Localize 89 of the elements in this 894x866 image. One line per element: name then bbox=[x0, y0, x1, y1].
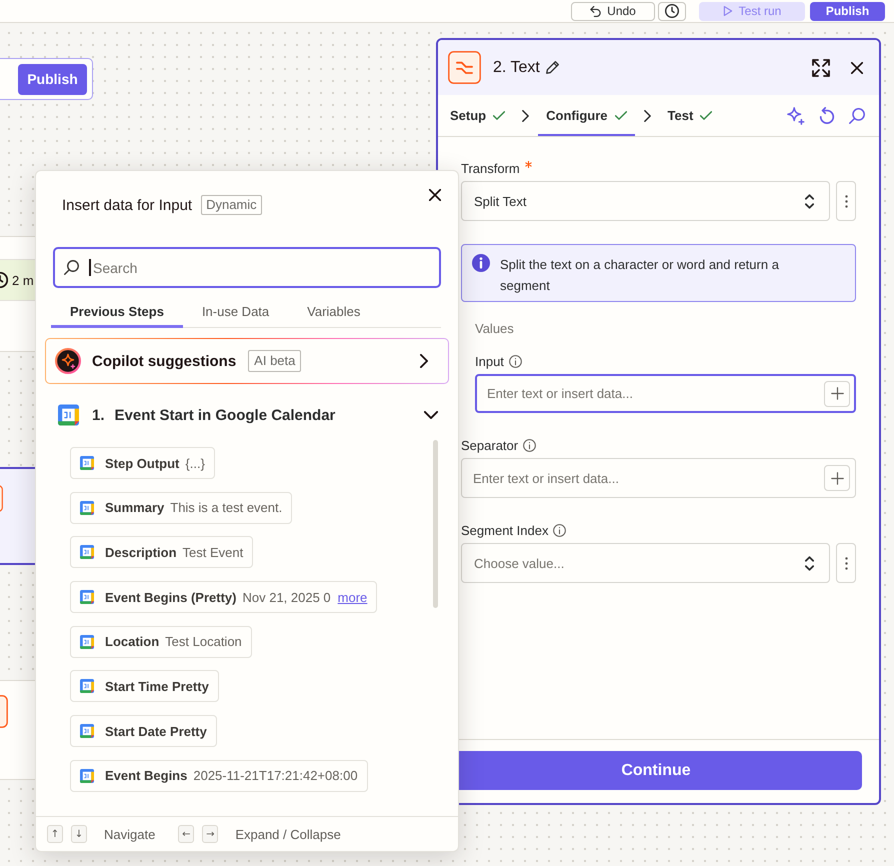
undo-button[interactable]: Undo bbox=[571, 2, 655, 20]
field-label: Transform bbox=[461, 160, 520, 176]
step-tab[interactable]: Configure bbox=[538, 95, 635, 136]
data-field-item[interactable]: Event Begins (Pretty) Nov 21, 2025 0 more bbox=[70, 581, 378, 614]
sample-value: This is a test event. bbox=[170, 500, 282, 516]
panel-title: 2. Text bbox=[493, 58, 540, 76]
step-title: Event Start in Google Calendar bbox=[114, 406, 336, 424]
search-field[interactable]: Search bbox=[53, 247, 441, 288]
clock-icon bbox=[665, 4, 679, 18]
data-tab[interactable]: Variables bbox=[288, 298, 380, 328]
hint-label: Navigate bbox=[104, 826, 156, 842]
select-field[interactable]: Choose value... bbox=[461, 543, 830, 583]
data-tab[interactable]: Previous Steps bbox=[51, 298, 183, 328]
hint-label: Expand / Collapse bbox=[235, 826, 341, 842]
info-icon[interactable] bbox=[523, 438, 536, 452]
data-field-item[interactable]: Start Date Pretty bbox=[70, 715, 217, 748]
search-icon bbox=[64, 260, 79, 275]
data-field-item[interactable]: Start Time Pretty bbox=[70, 670, 219, 702]
sample-value: Test Event bbox=[182, 544, 244, 560]
info-icon[interactable] bbox=[508, 354, 522, 368]
step-tab[interactable]: Setup bbox=[442, 95, 514, 136]
calendar-icon bbox=[58, 404, 79, 426]
key-cap: ↓ bbox=[71, 825, 87, 843]
search-icon[interactable] bbox=[849, 108, 865, 124]
edit-icon[interactable] bbox=[546, 61, 559, 74]
chevron-down-icon[interactable] bbox=[424, 411, 438, 419]
chevron-right-icon bbox=[644, 110, 651, 122]
expand-icon[interactable] bbox=[812, 58, 830, 76]
chevron-right-icon bbox=[522, 110, 530, 122]
sample-value: 2025-11-21T17:21:42+08:00 bbox=[193, 768, 358, 784]
calendar-icon bbox=[80, 545, 94, 560]
history-button[interactable] bbox=[658, 2, 686, 20]
popup-title: Insert data for Input bbox=[62, 196, 192, 214]
sparkle-icon[interactable] bbox=[787, 106, 805, 124]
field-label: Segment Index bbox=[461, 522, 548, 538]
close-icon[interactable] bbox=[429, 189, 441, 201]
data-field-item[interactable]: Summary This is a test event. bbox=[70, 492, 292, 524]
step-tab[interactable]: Test bbox=[660, 95, 720, 136]
select-field[interactable]: Split Text bbox=[461, 181, 830, 221]
calendar-icon bbox=[80, 768, 94, 783]
text-cursor bbox=[89, 259, 90, 276]
step-number: 1. bbox=[92, 406, 105, 424]
undo-icon[interactable] bbox=[819, 107, 835, 124]
insert-data-button[interactable] bbox=[824, 465, 850, 491]
publish-button[interactable]: Publish bbox=[18, 64, 87, 94]
calendar-icon bbox=[80, 724, 94, 738]
mode-tag: Dynamic bbox=[201, 195, 262, 215]
data-field-item[interactable]: Description Test Event bbox=[70, 536, 254, 568]
field-label: Separator bbox=[461, 438, 518, 452]
updown-chevron-icon bbox=[805, 556, 814, 570]
play-icon bbox=[722, 6, 733, 16]
key-cap: ↑ bbox=[47, 825, 63, 843]
key-cap: → bbox=[202, 825, 218, 843]
info-icon bbox=[472, 254, 490, 272]
kebab-icon bbox=[844, 556, 848, 570]
updown-chevron-icon bbox=[805, 194, 814, 208]
kebab-icon bbox=[844, 194, 848, 208]
data-tab[interactable]: In-use Data bbox=[182, 298, 288, 328]
plus-icon bbox=[830, 387, 844, 400]
calendar-icon bbox=[80, 590, 94, 604]
close-icon[interactable] bbox=[851, 62, 863, 74]
duration-text: 2 m bbox=[12, 272, 34, 288]
chevron-right-icon bbox=[420, 354, 428, 368]
field-label: Input bbox=[475, 354, 504, 368]
copilot-icon bbox=[55, 348, 81, 374]
sample-value: {...} bbox=[185, 456, 205, 470]
copilot-card[interactable]: Copilot suggestions AI beta bbox=[45, 338, 449, 384]
input-field[interactable]: Enter text or insert data... bbox=[475, 374, 856, 413]
sample-value: Nov 21, 2025 0 bbox=[242, 590, 331, 605]
calendar-icon bbox=[80, 679, 94, 694]
publish-button[interactable]: Publish bbox=[810, 2, 885, 20]
calendar-icon bbox=[80, 634, 94, 649]
calendar-icon bbox=[80, 456, 94, 470]
insert-data-button[interactable] bbox=[824, 380, 850, 406]
app-icon bbox=[448, 51, 481, 84]
data-field-item[interactable]: Step Output {...} bbox=[70, 447, 215, 479]
section-heading: Values bbox=[475, 321, 515, 337]
calendar-icon bbox=[80, 500, 94, 515]
data-field-item[interactable]: Event Begins 2025-11-21T17:21:42+08:00 bbox=[70, 760, 368, 792]
scrollbar[interactable] bbox=[433, 440, 438, 608]
info-text: Split the text on a character or word and return a segment bbox=[500, 256, 780, 295]
info-icon[interactable] bbox=[553, 524, 566, 536]
key-cap: ← bbox=[178, 825, 194, 843]
beta-tag: AI beta bbox=[248, 350, 302, 372]
more-link[interactable]: more bbox=[338, 590, 368, 605]
undo-icon bbox=[590, 6, 602, 16]
sample-value: Test Location bbox=[165, 634, 242, 650]
data-field-item[interactable]: Location Test Location bbox=[70, 626, 252, 658]
plus-icon bbox=[830, 472, 844, 484]
